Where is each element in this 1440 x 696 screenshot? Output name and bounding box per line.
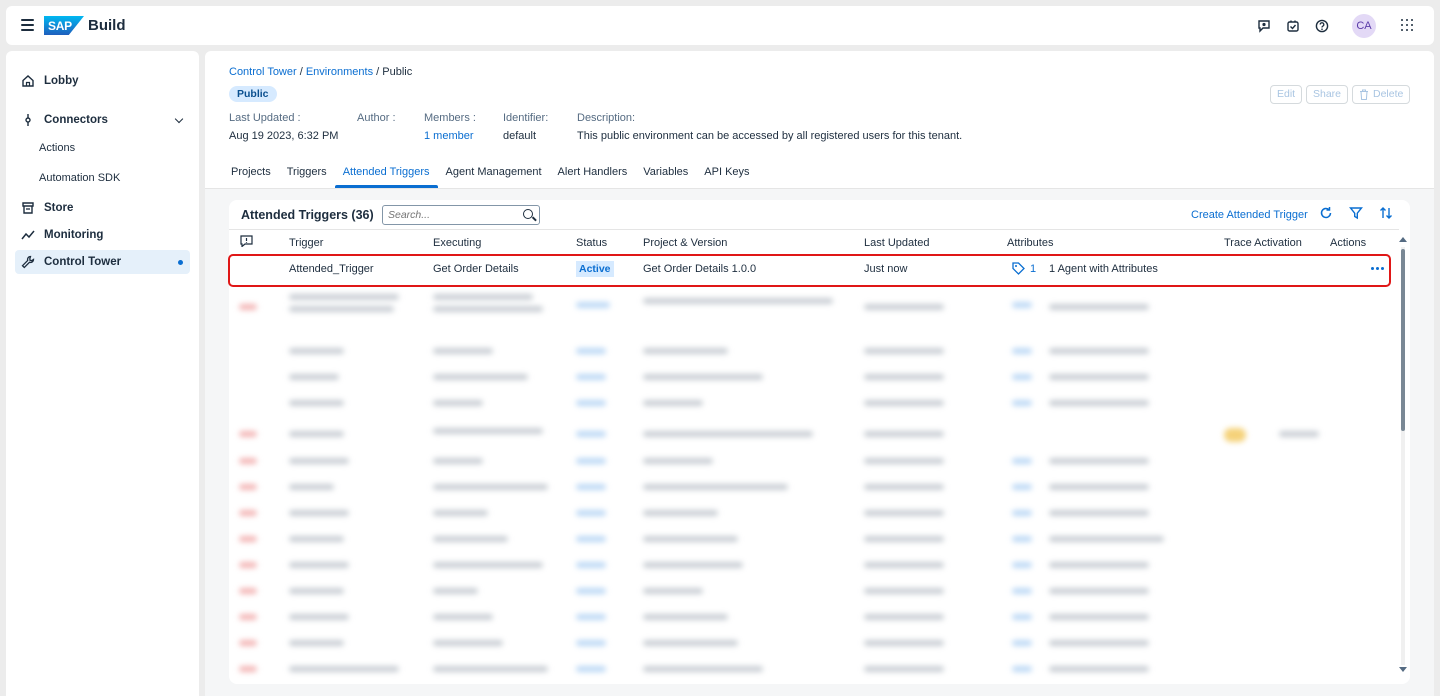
tab-projects[interactable]: Projects [223,164,279,188]
sap-logo[interactable]: SAP [44,16,84,35]
last-updated-value: Aug 19 2023, 6:32 PM [229,130,339,142]
identifier-label: Identifier: [503,112,549,124]
last-updated-label: Last Updated : [229,112,301,124]
home-icon [22,75,34,87]
breadcrumb-current: Public [382,66,413,78]
help-icon[interactable] [1315,19,1329,33]
table-scrollbar[interactable] [1398,237,1408,677]
author-label: Author : [357,112,396,124]
blurred-rows [229,288,1399,684]
scroll-down-icon[interactable] [1399,667,1407,672]
search-field[interactable] [382,205,540,225]
edit-button[interactable]: Edit [1270,85,1303,104]
menu-icon[interactable] [21,19,34,31]
tab-triggers[interactable]: Triggers [279,164,335,188]
column-header-actions[interactable]: Actions [1330,237,1366,249]
scroll-up-icon[interactable] [1399,237,1407,242]
column-header-attributes[interactable]: Attributes [1007,237,1053,249]
column-header-last-updated[interactable]: Last Updated [864,237,929,249]
chevron-down-icon[interactable] [174,114,184,124]
table-header-divider [229,229,1399,230]
trash-icon [1360,89,1368,100]
side-navigation: Lobby Connectors Actions Automation SDK … [6,51,199,696]
delete-label: Delete [1373,88,1404,100]
nav-item-control-tower[interactable]: Control Tower [15,250,190,274]
breadcrumb-separator: / [373,66,383,78]
nav-item-label: Store [44,202,74,214]
breadcrumb-control-tower[interactable]: Control Tower [229,66,297,78]
nav-item-store[interactable]: Store [15,196,190,220]
share-button[interactable]: Share [1306,85,1349,104]
nav-item-monitoring[interactable]: Monitoring [15,223,190,247]
store-icon [22,202,34,214]
members-link[interactable]: 1 member [424,130,474,142]
message-icon [240,235,253,247]
table-title: Attended Triggers (36) [241,208,374,222]
breadcrumb-separator: / [296,66,306,78]
column-header-trace-activation[interactable]: Trace Activation [1224,237,1302,249]
filter-icon[interactable] [1349,206,1363,220]
search-icon[interactable] [523,209,533,219]
tab-attended-triggers[interactable]: Attended Triggers [334,164,438,188]
search-input[interactable] [383,206,513,224]
nav-subitem-actions[interactable]: Actions [39,142,75,154]
description-label: Description: [577,112,636,124]
shell-bar: SAP Build CA [6,6,1434,45]
tasks-icon[interactable] [1286,19,1300,33]
highlight-box [228,254,1391,287]
notifications-icon[interactable] [1257,19,1271,33]
tab-agent-management[interactable]: Agent Management [438,164,550,188]
delete-button[interactable]: Delete [1352,85,1411,104]
scroll-thumb[interactable] [1401,249,1405,431]
selected-indicator [178,260,183,265]
product-switch-icon[interactable] [1401,19,1413,31]
main-content: Control Tower / Environments / Public Pu… [205,51,1434,696]
identifier-value: default [503,130,537,142]
description-value: This public environment can be accessed … [577,130,963,142]
nav-item-label: Control Tower [44,256,122,268]
refresh-icon[interactable] [1319,206,1333,220]
nav-item-label: Lobby [44,75,79,87]
nav-subitem-automation-sdk[interactable]: Automation SDK [39,172,120,184]
column-header-trigger[interactable]: Trigger [289,237,323,249]
connector-icon [25,114,31,126]
product-name: Build [88,17,126,34]
wrench-icon [21,255,35,269]
monitoring-icon [21,230,35,240]
column-header-project-version[interactable]: Project & Version [643,237,727,249]
create-attended-trigger-link[interactable]: Create Attended Trigger [1191,209,1308,221]
tab-alert-handlers[interactable]: Alert Handlers [550,164,636,188]
column-header-status[interactable]: Status [576,237,607,249]
sort-icon[interactable] [1379,206,1393,220]
breadcrumb: Control Tower / Environments / Public [229,66,412,78]
tab-api-keys[interactable]: API Keys [696,164,757,188]
breadcrumb-environments[interactable]: Environments [306,66,373,78]
members-label: Members : [424,112,476,124]
user-avatar[interactable]: CA [1352,14,1376,38]
tab-bar: Projects Triggers Attended Triggers Agen… [223,164,758,188]
column-header-executing[interactable]: Executing [433,237,481,249]
nav-item-label: Monitoring [44,229,104,241]
nav-item-label: Connectors [44,114,108,126]
environment-badge: Public [229,86,277,102]
object-page-header: Control Tower / Environments / Public Pu… [205,51,1434,188]
tab-variables[interactable]: Variables [635,164,696,188]
nav-item-connectors[interactable]: Connectors [15,108,190,132]
nav-item-lobby[interactable]: Lobby [15,69,190,93]
